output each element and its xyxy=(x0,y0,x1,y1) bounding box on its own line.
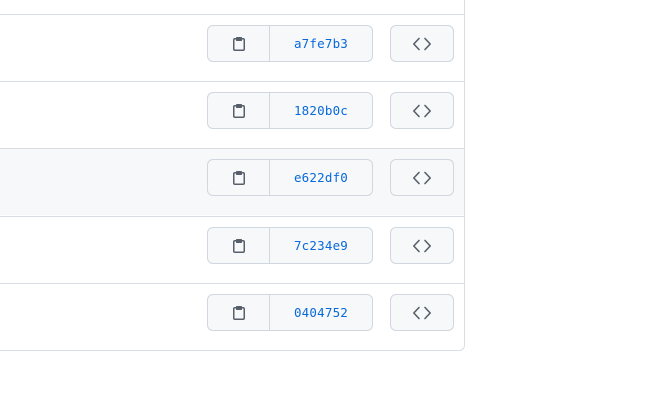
commit-sha-link[interactable]: 0404752 xyxy=(270,295,372,330)
commit-sha-button-group: 1820b0c xyxy=(207,92,373,129)
commit-row: e622df0 xyxy=(0,148,464,215)
code-icon xyxy=(412,171,432,184)
commit-sha-button-group: 0404752 xyxy=(207,294,373,331)
clipboard-icon xyxy=(232,170,245,185)
commit-row: 7c234e9 xyxy=(0,216,464,283)
commit-row: a7fe7b3 xyxy=(0,0,464,14)
commit-sha-link[interactable]: 1820b0c xyxy=(270,93,372,128)
code-icon xyxy=(412,306,432,319)
browse-repo-button[interactable] xyxy=(390,227,454,264)
copy-sha-button[interactable] xyxy=(208,93,270,128)
commit-sha-button-group: e622df0 xyxy=(207,159,373,196)
clipboard-icon xyxy=(232,305,245,320)
browse-repo-button[interactable] xyxy=(390,25,454,62)
browse-repo-button[interactable] xyxy=(390,294,454,331)
copy-sha-button[interactable] xyxy=(208,228,270,263)
browse-repo-button[interactable] xyxy=(390,159,454,196)
clipboard-icon xyxy=(232,103,245,118)
commit-row: 0404752 xyxy=(0,283,464,350)
commit-sha-button-group: a7fe7b3 xyxy=(207,25,373,62)
copy-sha-button[interactable] xyxy=(208,26,270,61)
code-icon xyxy=(412,37,432,50)
commit-history-page: a7fe7b3 a7fe7b3 1820b0c xyxy=(0,0,660,400)
code-icon xyxy=(412,239,432,252)
browse-repo-button[interactable] xyxy=(390,92,454,129)
clipboard-icon xyxy=(232,36,245,51)
code-icon xyxy=(412,104,432,117)
commit-row: a7fe7b3 xyxy=(0,14,464,81)
commit-sha-link[interactable]: 7c234e9 xyxy=(270,228,372,263)
commit-sha-link[interactable]: e622df0 xyxy=(270,160,372,195)
commit-sha-link[interactable]: a7fe7b3 xyxy=(270,26,372,61)
copy-sha-button[interactable] xyxy=(208,160,270,195)
copy-sha-button[interactable] xyxy=(208,295,270,330)
commit-sha-button-group: 7c234e9 xyxy=(207,227,373,264)
clipboard-icon xyxy=(232,238,245,253)
commit-list: a7fe7b3 a7fe7b3 1820b0c xyxy=(0,0,465,351)
commit-row: 1820b0c xyxy=(0,81,464,148)
